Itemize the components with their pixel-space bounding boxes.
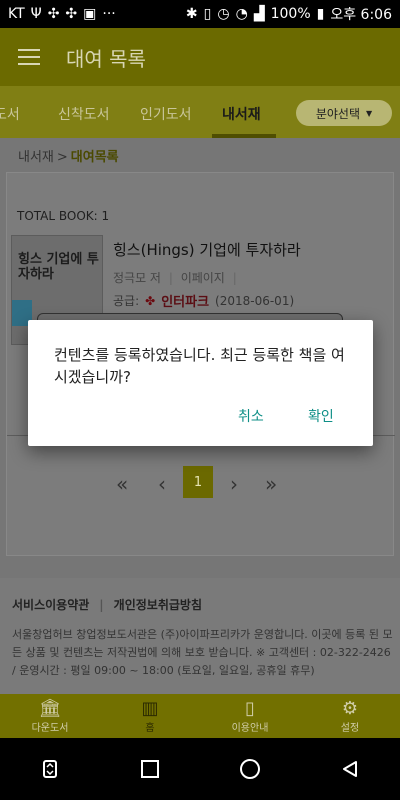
- sync-icon-2: ✣: [65, 6, 78, 22]
- more-icon: ···: [102, 6, 116, 22]
- confirm-dialog: 컨텐츠를 등록하였습니다. 최근 등록한 책을 여시겠습니까? 취소 확인: [28, 320, 373, 446]
- back-triangle-icon: [343, 761, 357, 777]
- image-icon: ▣: [83, 6, 97, 22]
- battery-icon: ▮: [316, 6, 325, 22]
- signal-icon: ▟: [253, 6, 265, 22]
- clock: 오후 6:06: [330, 7, 392, 23]
- carrier-label: KT: [8, 6, 25, 22]
- recent-apps-button[interactable]: [30, 749, 70, 789]
- back-button[interactable]: [330, 749, 370, 789]
- home-button[interactable]: [230, 749, 270, 789]
- confirm-button[interactable]: 확인: [308, 406, 334, 426]
- overview-button[interactable]: [130, 749, 170, 789]
- dialog-message: 컨텐츠를 등록하였습니다. 최근 등록한 책을 여시겠습니까?: [54, 346, 345, 386]
- wifi-icon: ◔: [235, 6, 248, 22]
- bluetooth-icon: ✱: [185, 6, 198, 22]
- square-icon: [141, 760, 159, 778]
- alarm-icon: ◷: [217, 6, 230, 22]
- vibrate-icon: ▯: [203, 6, 212, 22]
- status-bar: KT Ψ ✣ ✣ ▣ ··· ✱ ▯ ◷ ◔ ▟ 100% ▮ 오후 6:06: [0, 0, 400, 28]
- usb-icon: Ψ: [30, 6, 42, 22]
- circle-home-icon: [240, 759, 260, 779]
- system-navigation-bar: [0, 738, 400, 800]
- sync-icon: ✣: [47, 6, 60, 22]
- cancel-button[interactable]: 취소: [238, 406, 264, 426]
- battery-label: 100%: [270, 6, 311, 22]
- recent-apps-icon: [43, 760, 57, 778]
